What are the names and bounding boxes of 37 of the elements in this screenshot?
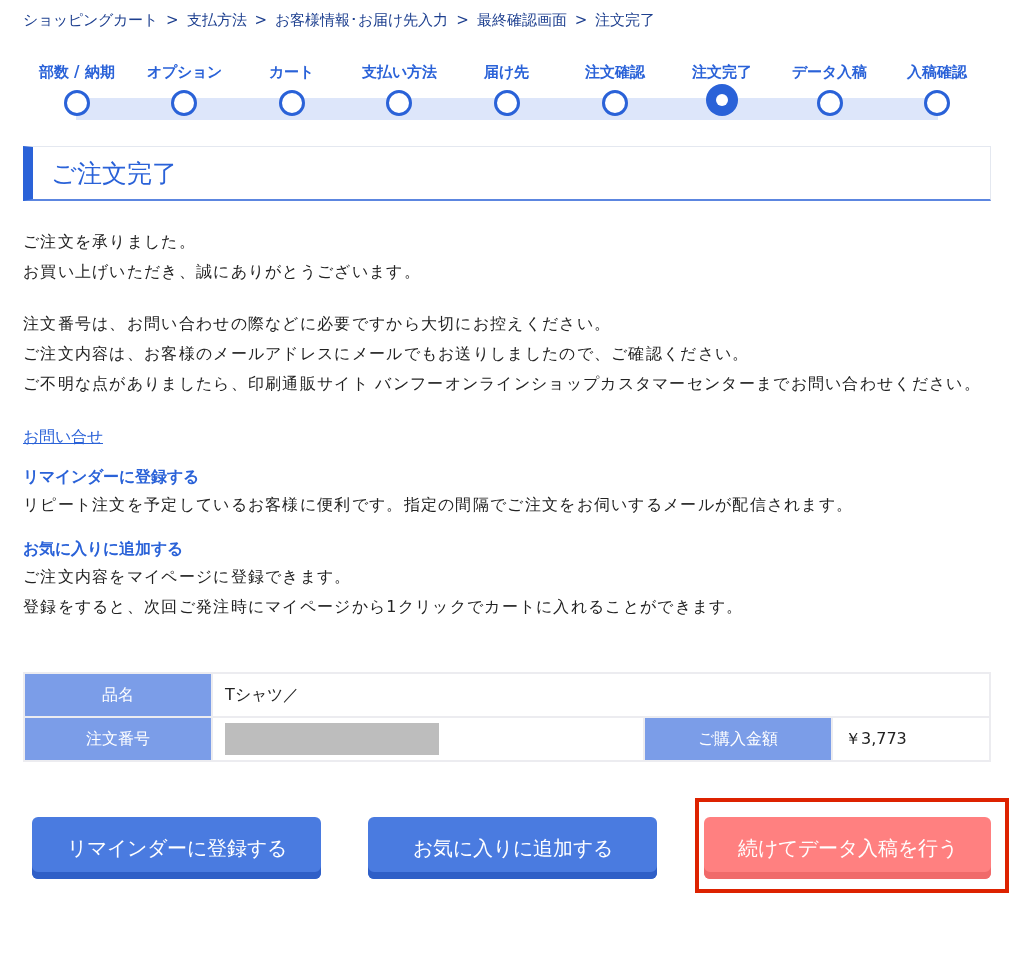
step-label: オプション bbox=[146, 62, 222, 83]
step-label: 注文完了 bbox=[692, 62, 753, 83]
breadcrumb-link[interactable]: ショッピングカート bbox=[23, 10, 158, 30]
table-header-cell: 品名 bbox=[24, 673, 212, 717]
section-title-link[interactable]: リマインダーに登録する bbox=[23, 467, 199, 486]
step-label: 部数 / 納期 bbox=[38, 62, 115, 83]
breadcrumb-separator: > bbox=[456, 11, 469, 29]
action-button[interactable]: お気に入りに追加する bbox=[368, 817, 657, 879]
breadcrumb-separator: > bbox=[254, 11, 268, 29]
action-button[interactable]: リマインダーに登録する bbox=[32, 817, 321, 879]
note-text: ご注文内容は、お客様のメールアドレスにメールでもお送りしましたので、ご確認ください。 bbox=[23, 343, 751, 365]
step-label: 届け先 bbox=[484, 62, 530, 83]
breadcrumb-separator: > bbox=[574, 11, 588, 29]
step-label: 注文確認 bbox=[584, 62, 645, 83]
section-description: リピート注文を予定しているお客様に便利です。指定の間隔でご注文をお伺いするメールが配信されます。 bbox=[23, 494, 855, 516]
note-text: ご不明な点がありましたら、印刷通販サイト バンフーオンラインショップカスタマーセンターまでお問い合わせください。 bbox=[23, 373, 982, 395]
breadcrumb-link[interactable]: 注文完了 bbox=[595, 10, 656, 30]
section-description: 登録をすると、次回ご発注時にマイページから1クリックでカートに入れることができます。 bbox=[23, 596, 745, 618]
note-text: 注文番号は、お問い合わせの際などに必要ですから大切にお控えください。 bbox=[23, 313, 613, 335]
message-text: ご注文を承りました。 bbox=[23, 231, 197, 253]
breadcrumb-separator: > bbox=[166, 11, 179, 29]
page-heading: ご注文完了 bbox=[23, 146, 991, 201]
contact-link[interactable]: お問い合せ bbox=[23, 427, 103, 448]
step-label: カート bbox=[269, 62, 315, 83]
breadcrumb-link[interactable]: お客様情報･お届け先入力 bbox=[275, 10, 449, 30]
breadcrumb-link[interactable]: 支払方法 bbox=[186, 10, 247, 30]
breadcrumb-link[interactable]: 最終確認画面 bbox=[476, 10, 567, 30]
step-label: 支払い方法 bbox=[361, 62, 437, 83]
message-text: お買い上げいただき、誠にありがとうございます。 bbox=[23, 261, 422, 283]
table-header-cell: ご購入金額 bbox=[643, 717, 832, 761]
section-title-link[interactable]: お気に入りに追加する bbox=[23, 539, 183, 558]
table-header-cell: 注文番号 bbox=[24, 717, 212, 761]
step-label: データ入稿 bbox=[792, 62, 868, 83]
step-label: 入稿確認 bbox=[907, 62, 968, 83]
table-cell: ￥3,773 bbox=[831, 717, 990, 761]
table-cell: Tシャツ／ bbox=[212, 673, 990, 717]
section-description: ご注文内容をマイページに登録できます。 bbox=[23, 566, 353, 588]
